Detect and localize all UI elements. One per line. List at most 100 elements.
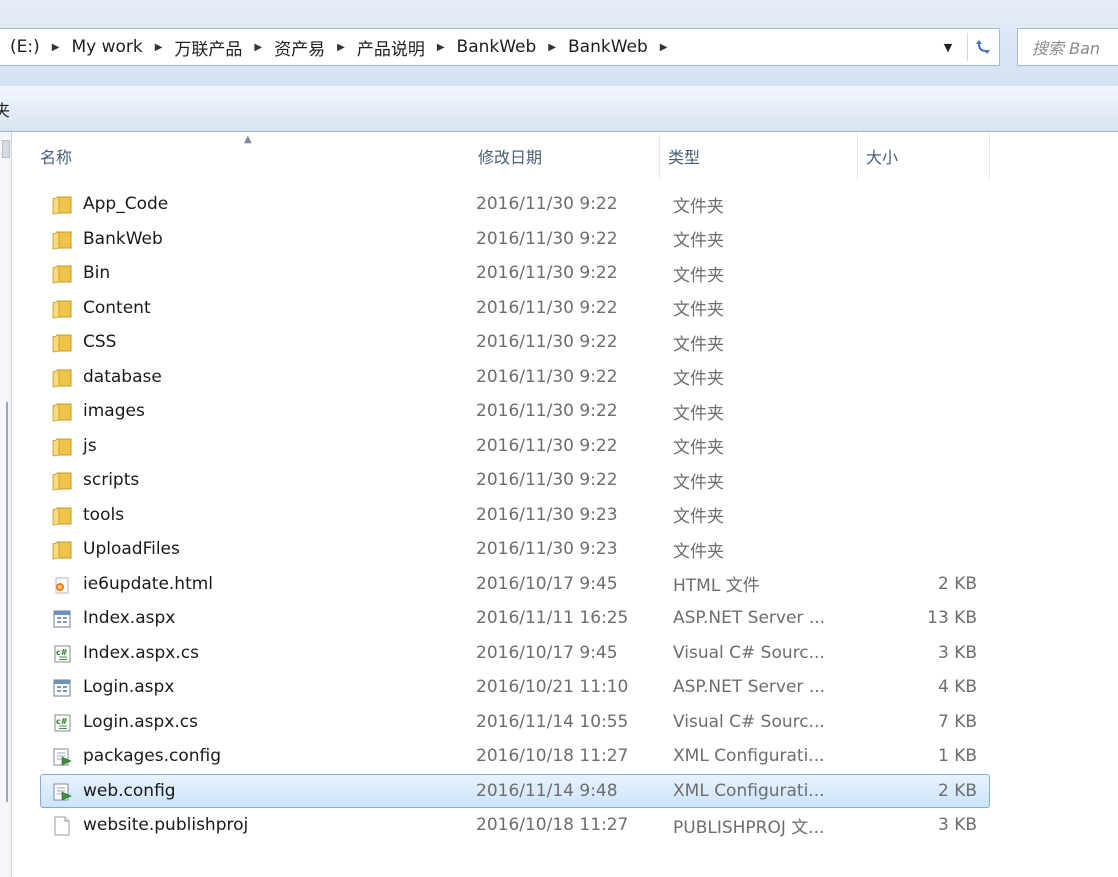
breadcrumb-separator-icon[interactable]: ▶ [246, 42, 270, 53]
file-type: 文件夹 [673, 300, 724, 321]
file-row[interactable]: Index.aspx 2016/11/11 16:25 ASP.NET Server… [40, 601, 990, 636]
breadcrumb-separator-icon[interactable]: ▶ [652, 42, 676, 53]
file-date: 2016/10/18 11:27 [476, 746, 629, 767]
file-type: XML Configurati... [673, 780, 825, 801]
file-size: 13 KB [927, 608, 977, 629]
folder-icon [51, 368, 73, 388]
file-row[interactable]: website.publishproj 2016/10/18 11:27 PUBLI… [40, 808, 990, 843]
file-name: website.publishproj [83, 815, 249, 836]
file-name: Index.aspx.cs [83, 642, 199, 663]
file-row[interactable]: Bin 2016/11/30 9:22 文件夹 [40, 256, 990, 291]
column-header-row: ▲ 名称 修改日期 类型 大小 [12, 132, 1118, 180]
folder-icon [51, 333, 73, 353]
config-file-icon [51, 747, 73, 767]
aspx-file-icon [51, 678, 73, 698]
file-name: web.config [83, 780, 176, 801]
file-size: 4 KB [937, 677, 977, 698]
file-date: 2016/10/18 11:27 [476, 815, 629, 836]
file-date: 2016/11/30 9:22 [476, 332, 618, 353]
file-size: 3 KB [937, 642, 977, 663]
breadcrumb-separator-icon[interactable]: ▶ [147, 42, 171, 53]
column-header-size-label: 大小 [866, 148, 899, 167]
breadcrumb-segment[interactable]: 产品说明 ▶ [353, 35, 453, 60]
file-name: ie6update.html [83, 573, 214, 594]
breadcrumb-segment[interactable]: BankWeb ▶ [453, 37, 564, 57]
file-row[interactable]: App_Code 2016/11/30 9:22 文件夹 [40, 187, 990, 222]
breadcrumb-segment-label: BankWeb [568, 37, 648, 57]
svg-text:c#: c# [56, 717, 68, 726]
column-header-name-label: 名称 [40, 148, 73, 167]
file-date: 2016/11/30 9:22 [476, 194, 618, 215]
file-row[interactable]: c# Login.aspx.cs 2016/11/14 10:55 Visual C#… [40, 705, 990, 740]
breadcrumb-separator-icon[interactable]: ▶ [329, 42, 353, 53]
breadcrumb-segment-label: BankWeb [456, 37, 537, 57]
file-row[interactable]: c# Index.aspx.cs 2016/10/17 9:45 Visual C# … [40, 636, 990, 671]
file-type: 文件夹 [673, 541, 724, 562]
file-name: packages.config [83, 746, 222, 767]
breadcrumb-segment[interactable]: (E:) ▶ [6, 37, 67, 57]
breadcrumb-separator-icon[interactable]: ▶ [429, 42, 453, 53]
file-row[interactable]: tools 2016/11/30 9:23 文件夹 [40, 498, 990, 533]
csharp-file-icon: c# [51, 644, 73, 664]
file-date: 2016/11/30 9:22 [476, 366, 618, 387]
file-name: Index.aspx [83, 608, 176, 629]
file-name: BankWeb [83, 228, 163, 249]
file-row[interactable]: images 2016/11/30 9:22 文件夹 [40, 394, 990, 429]
file-type: ASP.NET Server ... [673, 608, 826, 629]
file-date: 2016/11/14 10:55 [476, 711, 629, 732]
address-history-dropdown[interactable]: ▼ [937, 29, 959, 65]
file-date: 2016/11/30 9:22 [476, 263, 618, 284]
chevron-down-icon: ▼ [943, 40, 953, 54]
file-name: images [83, 401, 145, 422]
file-type: XML Configurati... [673, 746, 825, 767]
column-header-name[interactable]: 名称 [32, 132, 470, 180]
breadcrumb-separator-icon[interactable]: ▶ [44, 42, 68, 53]
refresh-button[interactable] [967, 33, 997, 61]
folder-icon [51, 471, 73, 491]
address-bar[interactable]: (E:) ▶ My work ▶ 万联产品 ▶ 资产易 ▶ 产品说明 ▶ BankWeb ▶ BankW… [0, 28, 1000, 66]
column-header-date[interactable]: 修改日期 [470, 132, 660, 180]
file-date: 2016/10/17 9:45 [476, 642, 618, 663]
file-row[interactable]: UploadFiles 2016/11/30 9:23 文件夹 [40, 532, 990, 567]
breadcrumb-segment[interactable]: 万联产品 ▶ [170, 35, 270, 60]
file-type: 文件夹 [673, 265, 724, 286]
breadcrumb-segment-label: My work [71, 37, 143, 57]
file-row[interactable]: BankWeb 2016/11/30 9:22 文件夹 [40, 222, 990, 257]
breadcrumb-segment[interactable]: BankWeb ▶ [564, 37, 675, 57]
folder-icon [51, 437, 73, 457]
file-row[interactable]: js 2016/11/30 9:22 文件夹 [40, 429, 990, 464]
file-type: 文件夹 [673, 507, 724, 528]
html-file-icon [51, 575, 73, 595]
file-row[interactable]: ie6update.html 2016/10/17 9:45 HTML 文件 2 KB [40, 567, 990, 602]
file-row[interactable]: scripts 2016/11/30 9:22 文件夹 [40, 463, 990, 498]
file-row[interactable]: Content 2016/11/30 9:22 文件夹 [40, 291, 990, 326]
pane-scroll-thumb[interactable] [2, 140, 10, 158]
csharp-file-icon: c# [51, 713, 73, 733]
file-size: 2 KB [937, 780, 977, 801]
file-row[interactable]: CSS 2016/11/30 9:22 文件夹 [40, 325, 990, 360]
file-name: UploadFiles [83, 539, 180, 560]
search-input[interactable]: 搜索 Ban [1017, 28, 1118, 66]
column-header-type[interactable]: 类型 [660, 132, 858, 180]
file-row[interactable]: web.config 2016/11/14 9:48 XML Configurati… [40, 773, 990, 808]
file-type: 文件夹 [673, 472, 724, 493]
breadcrumb-separator-icon[interactable]: ▶ [540, 42, 564, 53]
breadcrumb-segment[interactable]: My work ▶ [67, 37, 170, 57]
folder-icon [51, 402, 73, 422]
new-folder-button[interactable]: 夹 [0, 97, 10, 121]
file-name: Login.aspx [83, 677, 175, 698]
breadcrumb-segment-label: (E:) [10, 37, 40, 57]
column-header-size[interactable]: 大小 [858, 132, 990, 180]
file-name: Bin [83, 263, 111, 284]
file-row[interactable]: database 2016/11/30 9:22 文件夹 [40, 360, 990, 395]
file-type: HTML 文件 [673, 576, 760, 597]
column-header-date-label: 修改日期 [478, 148, 543, 167]
folder-icon [51, 264, 73, 284]
file-name: js [83, 435, 97, 456]
file-row[interactable]: packages.config 2016/10/18 11:27 XML Confi… [40, 739, 990, 774]
breadcrumb-segment-label: 万联产品 [174, 39, 243, 60]
folder-icon [51, 506, 73, 526]
file-row[interactable]: Login.aspx 2016/10/21 11:10 ASP.NET Server… [40, 670, 990, 705]
breadcrumb-segment[interactable]: 资产易 ▶ [270, 35, 353, 60]
svg-text:c#: c# [56, 648, 68, 657]
